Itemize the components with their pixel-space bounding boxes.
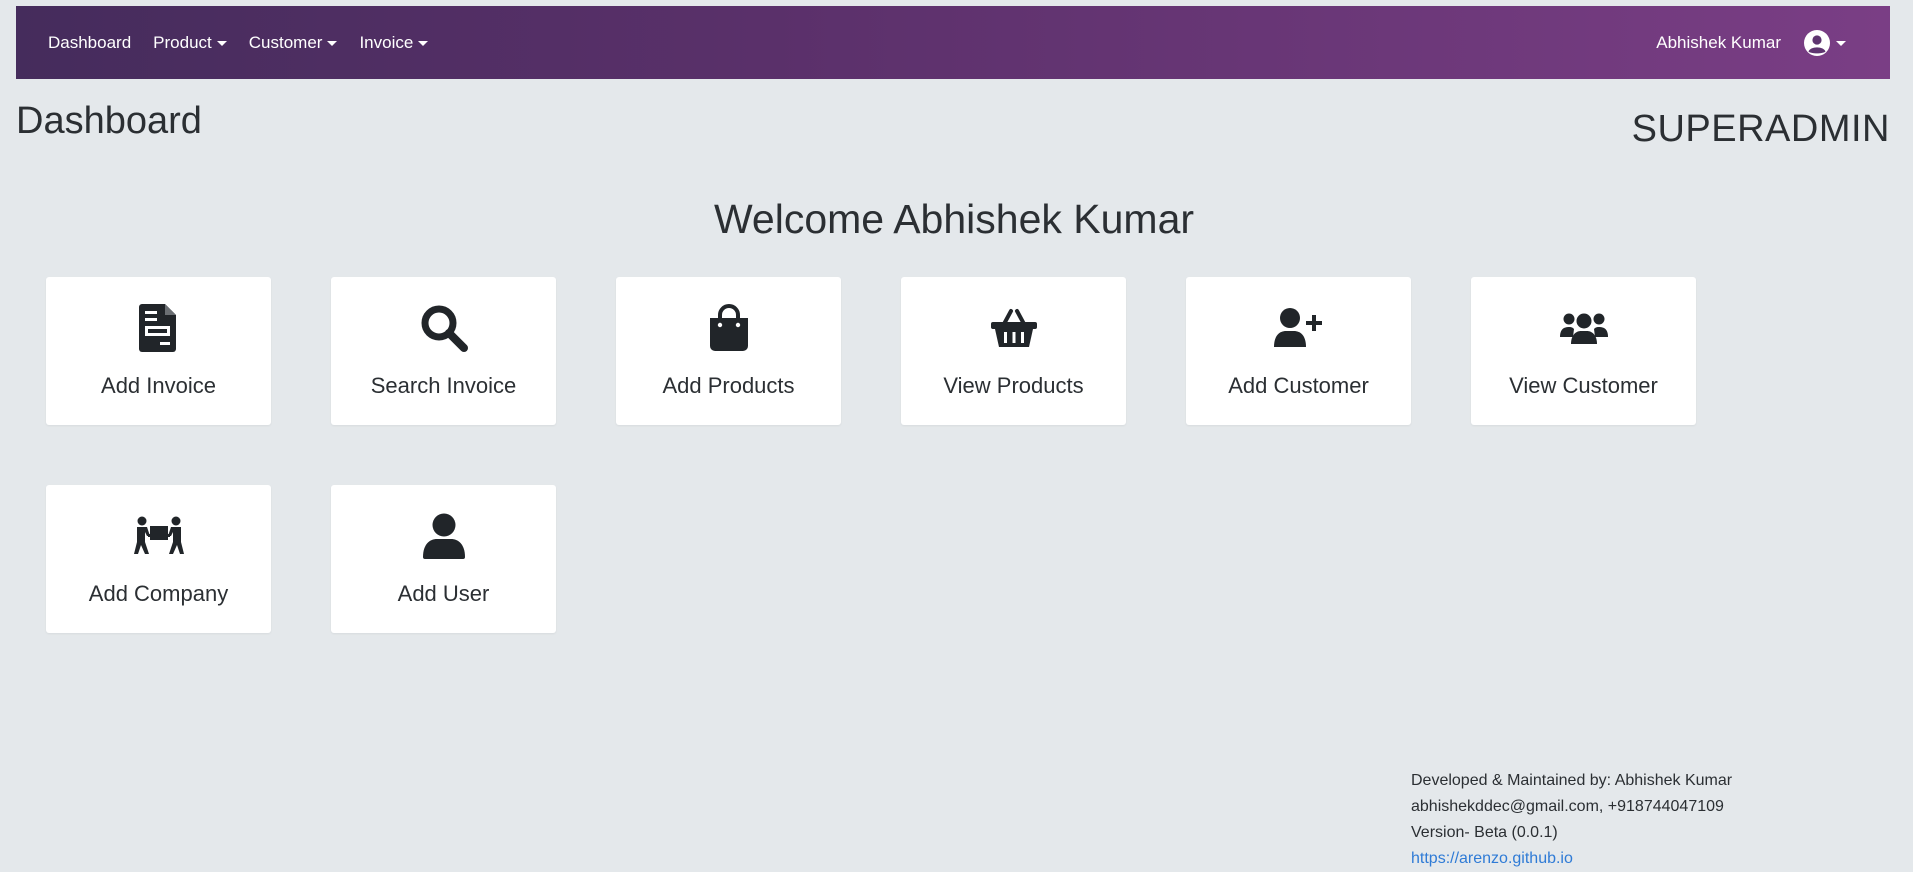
nav-dashboard-label: Dashboard xyxy=(48,32,132,52)
page-title: Dashboard xyxy=(16,100,202,142)
card-label: Add Products xyxy=(662,373,795,398)
nav-user-area: Abhishek Kumar xyxy=(1656,29,1870,57)
view-customer-card[interactable]: View Customer xyxy=(1471,277,1696,425)
search-icon xyxy=(420,303,468,353)
footer-version: Version- Beta (0.0.1) xyxy=(1411,824,1558,841)
card-label: Add Invoice xyxy=(101,373,216,398)
card-label: Add Customer xyxy=(1228,373,1369,398)
basket-icon xyxy=(990,303,1038,353)
top-navbar: Dashboard Product Customer Invoice Abhis… xyxy=(16,6,1890,79)
caret-down-icon xyxy=(327,41,338,46)
users-icon xyxy=(1559,303,1608,353)
nav-product-dropdown[interactable]: Product xyxy=(153,33,227,53)
caret-down-icon xyxy=(418,41,429,46)
card-label: View Customer xyxy=(1509,373,1658,398)
caret-down-icon xyxy=(1836,41,1846,46)
search-invoice-card[interactable]: Search Invoice xyxy=(331,277,556,425)
shopping-bag-icon xyxy=(708,303,750,353)
view-products-card[interactable]: View Products xyxy=(901,277,1126,425)
nav-invoice-label: Invoice xyxy=(359,32,414,52)
profile-dropdown-toggle[interactable] xyxy=(1803,29,1846,57)
add-customer-card[interactable]: Add Customer xyxy=(1186,277,1411,425)
footer-developer: Developed & Maintained by: Abhishek Kuma… xyxy=(1411,772,1733,789)
card-label: Search Invoice xyxy=(370,373,517,398)
footer-info: Developed & Maintained by: Abhishek Kuma… xyxy=(1411,768,1732,872)
user-circle-icon xyxy=(1804,29,1830,56)
nav-dashboard-link[interactable]: Dashboard xyxy=(48,33,131,53)
nav-links: Dashboard Product Customer Invoice xyxy=(48,33,450,53)
user-plus-icon xyxy=(1273,303,1324,353)
footer-contact: abhishekddec@gmail.com, +918744047109 xyxy=(1411,798,1724,815)
add-invoice-card[interactable]: Add Invoice xyxy=(46,277,271,425)
nav-customer-dropdown[interactable]: Customer xyxy=(249,33,338,53)
nav-invoice-dropdown[interactable]: Invoice xyxy=(359,32,429,53)
nav-customer-label: Customer xyxy=(248,32,323,52)
add-user-card[interactable]: Add User xyxy=(331,485,556,633)
card-label: Add User xyxy=(397,581,490,606)
invoice-file-icon xyxy=(138,303,179,353)
add-products-card[interactable]: Add Products xyxy=(616,277,841,425)
add-company-card[interactable]: Add Company xyxy=(46,485,271,633)
people-carry-icon xyxy=(133,511,184,561)
footer-website-link[interactable]: https://arenzo.github.io xyxy=(1411,850,1573,867)
card-label: Add Company xyxy=(88,581,229,606)
user-icon xyxy=(422,511,465,561)
user-role: SUPERADMIN xyxy=(1631,108,1890,150)
nav-product-label: Product xyxy=(153,32,212,52)
welcome-heading: Welcome Abhishek Kumar xyxy=(713,196,1195,242)
nav-user-name: Abhishek Kumar xyxy=(1656,32,1781,52)
caret-down-icon xyxy=(216,41,227,46)
card-label: View Products xyxy=(943,373,1084,398)
